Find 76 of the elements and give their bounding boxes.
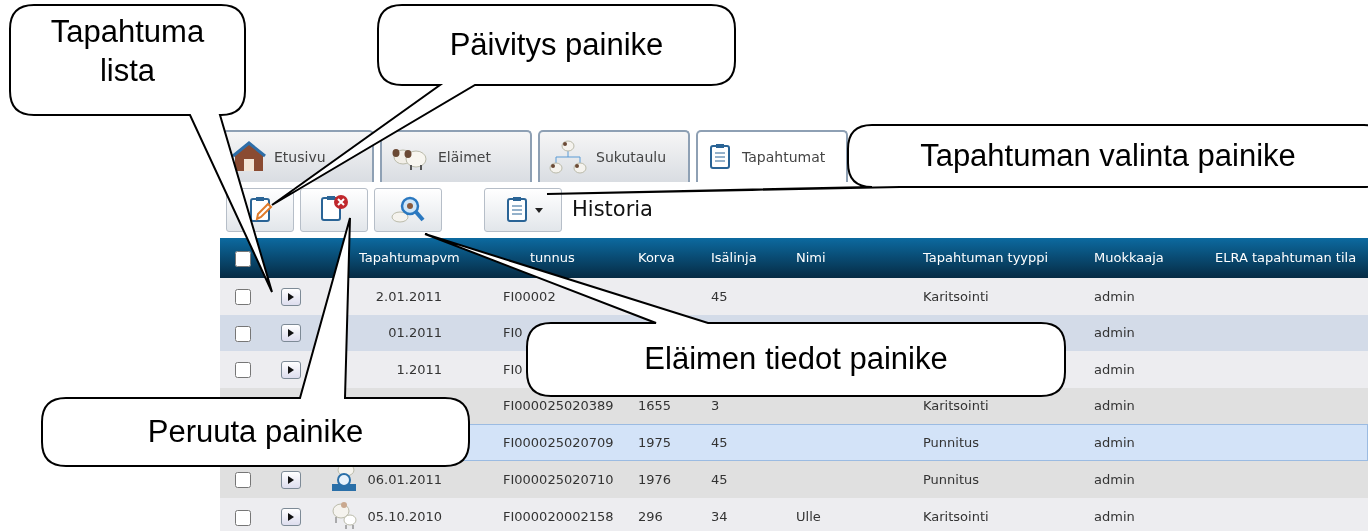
history-label: Historia	[572, 196, 653, 224]
table-cell: 3	[711, 398, 720, 413]
table-cell: FI000020002158	[503, 509, 614, 524]
cancel-button[interactable]	[300, 188, 368, 232]
animal-info-button[interactable]	[374, 188, 442, 232]
column-header: ELRA tapahtuman tila	[1215, 250, 1357, 266]
callout-text: Eläimen tiedot painike	[643, 340, 949, 378]
column-header: Tapahtumapvm	[359, 250, 460, 266]
callout-text: Tapahtuma lista	[49, 13, 206, 90]
callout-text: Päivitys painike	[448, 25, 665, 64]
tab-label: Eläimet	[438, 147, 491, 167]
row-checkbox[interactable]	[235, 472, 251, 488]
tab[interactable]: Tapahtumat	[696, 130, 848, 182]
table-cell: admin	[1094, 434, 1135, 450]
tab-label: Tapahtumat	[742, 147, 826, 167]
table-cell: 45	[711, 471, 728, 487]
table-cell: 01.2011	[388, 325, 442, 340]
table-cell: FI000025020709	[503, 434, 614, 450]
table-cell: admin	[1094, 325, 1135, 340]
column-header: Tapahtuman tyyppi	[923, 250, 1049, 266]
expand-icon	[287, 292, 294, 301]
table-cell: admin	[1094, 509, 1135, 524]
table-cell: admin	[1094, 288, 1135, 304]
table-cell: 45	[711, 434, 728, 450]
tab[interactable]: Sukutaulu	[538, 130, 690, 182]
table-cell: Punnitus	[923, 434, 980, 450]
callout-text: Tapahtuman valinta painike	[919, 136, 1297, 175]
column-header: Muokkaaja	[1094, 250, 1164, 266]
row-checkbox[interactable]	[235, 289, 251, 305]
family-tree-icon	[548, 139, 588, 175]
table-cell: 296	[638, 509, 663, 524]
column-header: Isälinja	[711, 250, 757, 266]
table-cell: Ulle	[796, 509, 821, 524]
table-cell: Punnitus	[923, 471, 980, 487]
table-cell: FI000025020710	[503, 471, 614, 487]
expand-icon	[287, 475, 294, 484]
column-header: Korva	[638, 250, 675, 266]
table-cell: 05.10.2010	[367, 509, 442, 524]
table-cell: admin	[1094, 471, 1135, 487]
table-cell: 34	[711, 509, 728, 524]
expand-icon	[287, 513, 294, 521]
expand-button[interactable]	[280, 360, 301, 379]
table-cell: 2.01.2011	[375, 288, 442, 304]
tab-label: Sukutaulu	[596, 147, 666, 167]
table-cell: 1.2011	[396, 361, 442, 377]
callout-text: Peruuta painike	[146, 412, 365, 451]
column-header: Nimi	[796, 250, 826, 266]
table-cell: FI000025020389	[503, 398, 614, 413]
tab-label: Etusivu	[274, 147, 326, 167]
table-cell: admin	[1094, 361, 1135, 377]
select-all-checkbox[interactable]	[235, 250, 251, 267]
table-cell: Karitsointi	[923, 398, 989, 413]
table-cell: 1655	[638, 398, 672, 413]
row-checkbox[interactable]	[235, 509, 251, 526]
table-cell: FI00002	[503, 288, 556, 304]
table-cell: 06.01.2011	[367, 471, 442, 487]
sheep-magnifier-icon	[390, 194, 426, 226]
tab[interactable]: Eläimet	[380, 130, 532, 182]
expand-button[interactable]	[280, 324, 301, 342]
table-cell: FI0	[503, 361, 523, 377]
table-cell: 1975	[638, 434, 672, 450]
expand-button[interactable]	[280, 470, 301, 489]
column-header: tunnus	[530, 250, 575, 266]
expand-icon	[287, 329, 294, 337]
expand-button[interactable]	[280, 287, 301, 306]
event-select-button[interactable]	[484, 188, 562, 232]
table-cell: admin	[1094, 398, 1135, 413]
row-checkbox[interactable]	[235, 362, 251, 378]
table-cell: 45	[711, 288, 728, 304]
table-cell: FI0	[503, 325, 523, 340]
table-cell: Karitsointi	[923, 288, 989, 304]
expand-button[interactable]	[280, 508, 301, 526]
table-cell: Karitsointi	[923, 509, 989, 524]
expand-icon	[287, 365, 294, 374]
table-cell: 1976	[638, 471, 672, 487]
row-checkbox[interactable]	[235, 325, 251, 342]
